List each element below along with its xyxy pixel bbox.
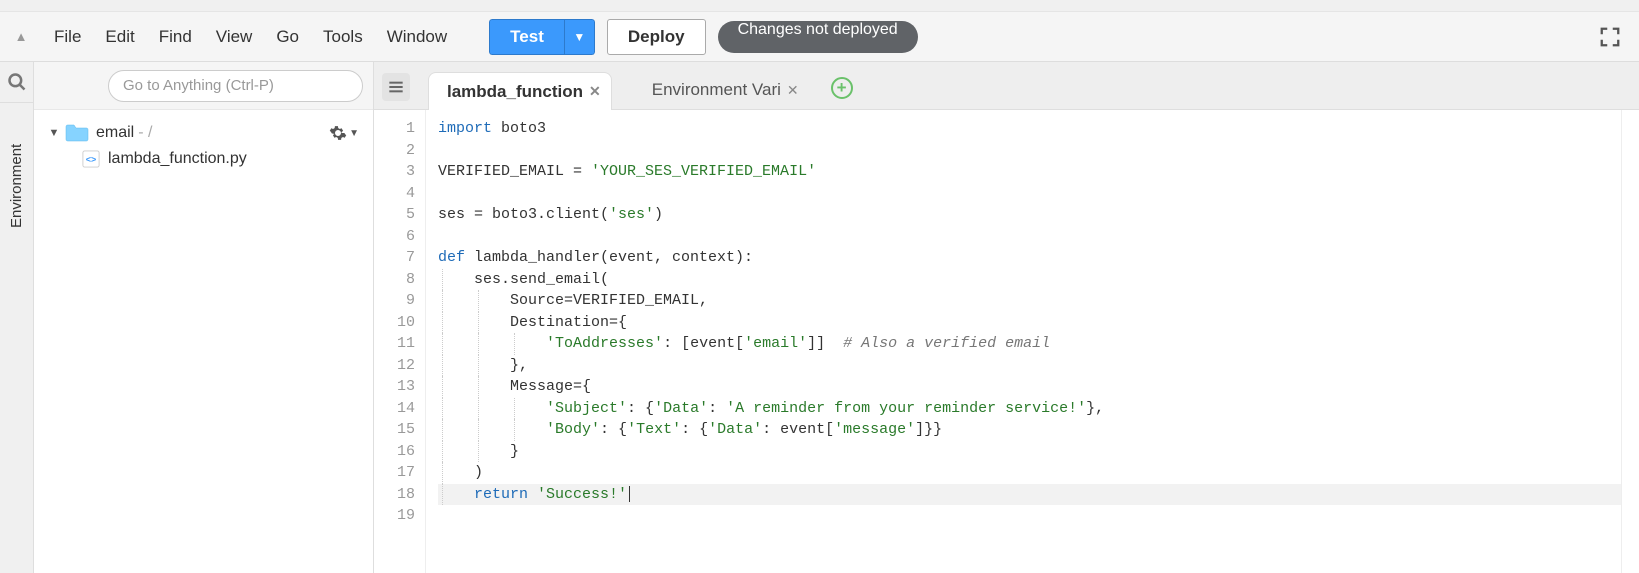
scrollbar-strip[interactable] <box>1621 110 1639 573</box>
menu-edit[interactable]: Edit <box>93 21 146 53</box>
test-button[interactable]: Test <box>489 19 565 55</box>
close-icon[interactable]: ✕ <box>787 82 799 99</box>
top-strip <box>0 0 1639 12</box>
line-number: 6 <box>374 226 425 248</box>
code-line[interactable]: 'Body': {'Text': {'Data': event['message… <box>438 419 1621 441</box>
fullscreen-icon[interactable] <box>1599 26 1621 48</box>
code-line[interactable] <box>438 140 1621 162</box>
editor-area: lambda_function ✕ Environment Vari ✕ + 1… <box>374 62 1639 573</box>
line-number: 7 <box>374 247 425 269</box>
code-region[interactable]: 12345678910111213141516171819 import bot… <box>374 110 1639 573</box>
add-tab-button[interactable]: + <box>831 77 853 99</box>
line-number: 3 <box>374 161 425 183</box>
code-body[interactable]: import boto3 VERIFIED_EMAIL = 'YOUR_SES_V… <box>426 110 1621 573</box>
line-number: 4 <box>374 183 425 205</box>
line-number: 13 <box>374 376 425 398</box>
code-line[interactable]: ses.send_email( <box>438 269 1621 291</box>
code-line[interactable]: Destination={ <box>438 312 1621 334</box>
code-line[interactable]: Message={ <box>438 376 1621 398</box>
goto-anything-input[interactable] <box>108 70 363 102</box>
menu-items: File Edit Find View Go Tools Window <box>42 21 459 53</box>
tab-environment-variables[interactable]: Environment Vari ✕ <box>634 71 809 109</box>
tree-folder-label: email <box>96 124 134 142</box>
close-icon[interactable]: ✕ <box>589 83 601 100</box>
file-tree: ▼ email - / ▼ <> lambda_function.py <box>34 110 373 182</box>
code-line[interactable]: } <box>438 441 1621 463</box>
line-number-gutter: 12345678910111213141516171819 <box>374 110 426 573</box>
line-number: 17 <box>374 462 425 484</box>
line-number: 10 <box>374 312 425 334</box>
line-number: 15 <box>374 419 425 441</box>
gear-icon[interactable]: ▼ <box>329 124 359 142</box>
code-line[interactable]: ses = boto3.client('ses') <box>438 204 1621 226</box>
folder-icon <box>64 124 90 142</box>
tab-lambda-function[interactable]: lambda_function ✕ <box>428 72 612 110</box>
environment-panel-label[interactable]: Environment <box>0 102 33 272</box>
line-number: 9 <box>374 290 425 312</box>
line-number: 19 <box>374 505 425 527</box>
left-gutter: Environment <box>0 62 34 573</box>
line-number: 11 <box>374 333 425 355</box>
line-number: 12 <box>374 355 425 377</box>
tree-folder-row[interactable]: ▼ email - / ▼ <box>42 120 365 146</box>
search-icon[interactable] <box>0 62 34 102</box>
line-number: 2 <box>374 140 425 162</box>
menu-tools[interactable]: Tools <box>311 21 375 53</box>
code-line[interactable]: Source=VERIFIED_EMAIL, <box>438 290 1621 312</box>
line-number: 14 <box>374 398 425 420</box>
svg-text:<>: <> <box>86 155 97 165</box>
line-number: 18 <box>374 484 425 506</box>
code-line[interactable]: VERIFIED_EMAIL = 'YOUR_SES_VERIFIED_EMAI… <box>438 161 1621 183</box>
line-number: 1 <box>374 118 425 140</box>
code-line[interactable]: ) <box>438 462 1621 484</box>
tree-folder-suffix: - / <box>138 124 152 142</box>
menu-window[interactable]: Window <box>375 21 459 53</box>
menu-file[interactable]: File <box>42 21 93 53</box>
code-line[interactable]: }, <box>438 355 1621 377</box>
line-number: 8 <box>374 269 425 291</box>
tab-bar: lambda_function ✕ Environment Vari ✕ + <box>374 62 1639 110</box>
test-dropdown-caret[interactable]: ▼ <box>565 19 595 55</box>
chevron-down-icon: ▼ <box>48 127 60 139</box>
deploy-button[interactable]: Deploy <box>607 19 706 55</box>
tree-file-label: lambda_function.py <box>108 150 247 168</box>
code-line[interactable]: return 'Success!' <box>438 484 1621 506</box>
code-line[interactable] <box>438 183 1621 205</box>
collapse-icon[interactable]: ▲ <box>10 29 32 44</box>
menu-find[interactable]: Find <box>147 21 204 53</box>
sidebar: ▼ email - / ▼ <> lambda_function.py <box>34 62 374 573</box>
code-line[interactable] <box>438 226 1621 248</box>
code-line[interactable]: 'Subject': {'Data': 'A reminder from you… <box>438 398 1621 420</box>
tab-label: Environment Vari <box>652 80 781 100</box>
code-line[interactable]: import boto3 <box>438 118 1621 140</box>
tree-file-row[interactable]: <> lambda_function.py <box>42 146 365 172</box>
code-line[interactable] <box>438 505 1621 527</box>
line-number: 16 <box>374 441 425 463</box>
tab-list-icon[interactable] <box>382 73 410 101</box>
code-line[interactable]: 'ToAddresses': [event['email']] # Also a… <box>438 333 1621 355</box>
code-line[interactable]: def lambda_handler(event, context): <box>438 247 1621 269</box>
tab-label: lambda_function <box>447 82 583 102</box>
menu-view[interactable]: View <box>204 21 265 53</box>
line-number: 5 <box>374 204 425 226</box>
python-file-icon: <> <box>82 150 100 168</box>
menu-bar: ▲ File Edit Find View Go Tools Window Te… <box>0 12 1639 62</box>
menu-go[interactable]: Go <box>264 21 311 53</box>
deploy-status-badge: Changes not deployed <box>718 21 918 53</box>
